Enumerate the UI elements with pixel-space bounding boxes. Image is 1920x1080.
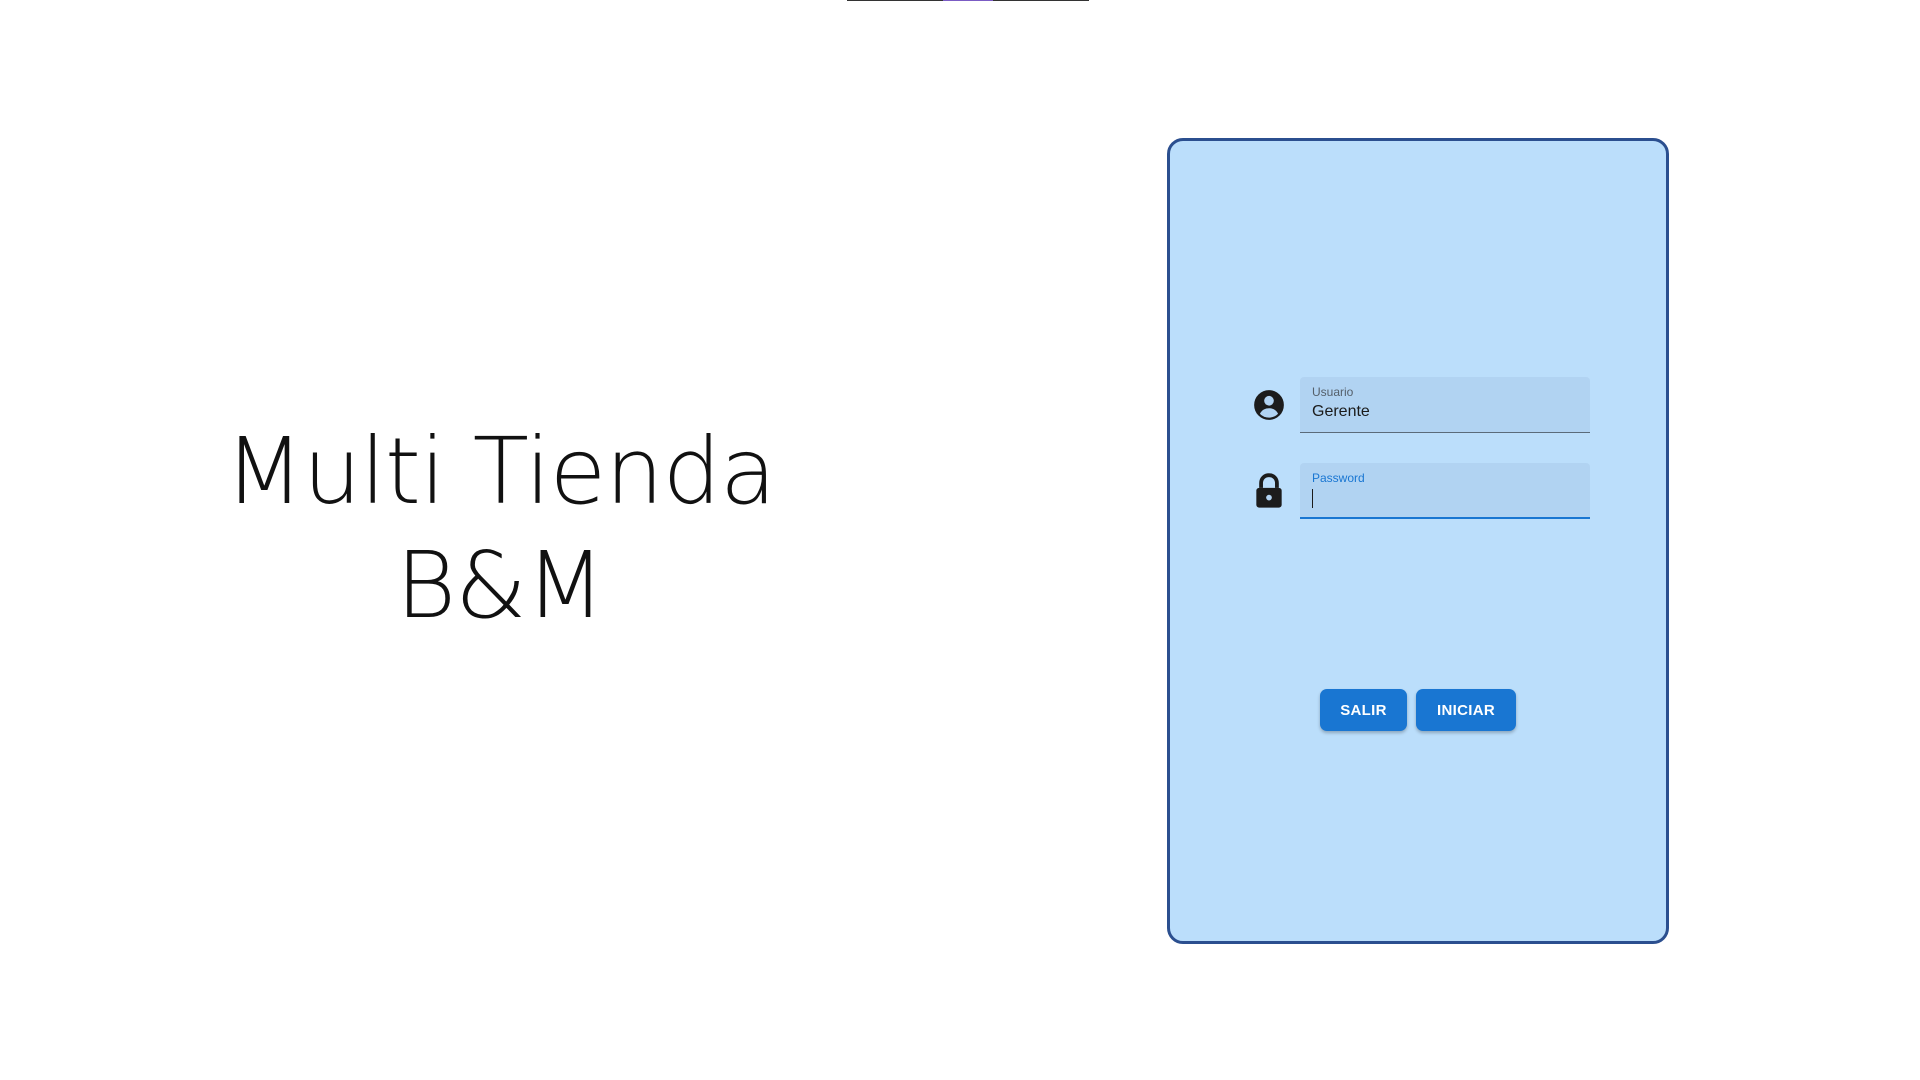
login-page: Multi Tienda B&M Usuario Gerente Passwor… <box>0 0 1920 1080</box>
login-card: Usuario Gerente Password SALIR INICIAR <box>1167 138 1669 944</box>
account-circle-icon <box>1250 386 1288 424</box>
top-progress-strip <box>847 0 1089 1</box>
exit-button[interactable]: SALIR <box>1320 689 1407 731</box>
usuario-label: Usuario <box>1312 385 1354 399</box>
start-button[interactable]: INICIAR <box>1416 689 1516 731</box>
password-row: Password <box>1250 463 1590 519</box>
usuario-row: Usuario Gerente <box>1250 377 1590 433</box>
top-progress-accent <box>943 0 993 1</box>
button-group: SALIR INICIAR <box>1320 689 1516 731</box>
usuario-value: Gerente <box>1312 403 1370 420</box>
lock-icon <box>1250 472 1288 510</box>
password-label: Password <box>1312 471 1365 485</box>
password-field[interactable]: Password <box>1300 463 1590 519</box>
brand-title: Multi Tienda B&M <box>160 415 840 643</box>
brand-title-line1: Multi Tienda <box>224 418 777 525</box>
usuario-field[interactable]: Usuario Gerente <box>1300 377 1590 433</box>
text-caret <box>1312 489 1313 508</box>
brand-title-line2: B&M <box>395 532 605 639</box>
